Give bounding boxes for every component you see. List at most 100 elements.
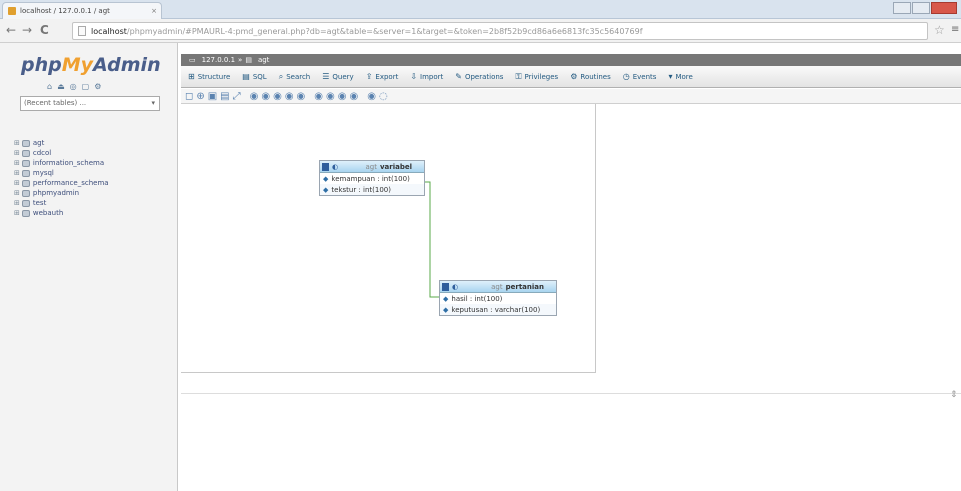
tab-events[interactable]: ◷ Events [623, 72, 657, 81]
designer-tool-icon[interactable]: ◻ [185, 91, 193, 102]
breadcrumb-database[interactable]: agt [258, 56, 269, 64]
column-row[interactable]: ◆ tekstur : int(100) [320, 184, 424, 195]
collapse-icon[interactable]: ◐ [452, 283, 458, 291]
select-table-checkbox[interactable] [442, 282, 449, 291]
column-row[interactable]: ◆ kemampuan : int(100) [320, 173, 424, 184]
designer-tool-icon[interactable]: ◉ [273, 91, 282, 102]
expand-icon[interactable]: ⊞ [14, 199, 20, 207]
docs-icon[interactable]: ▢ [82, 82, 90, 91]
address-bar[interactable]: localhost /phpmyadmin/#PMAURL-4:pmd_gene… [72, 22, 928, 40]
reload-button[interactable]: C [40, 23, 49, 37]
designer-tool-icon[interactable]: ⤢ [233, 91, 241, 102]
search-icon: ⌕ [278, 71, 284, 81]
tab-more[interactable]: ▾ More [668, 72, 692, 81]
tab-export[interactable]: ⇪ Export [366, 72, 399, 81]
logo-my: My [61, 54, 94, 76]
relation-line [425, 181, 439, 298]
designer-tool-icon[interactable]: ◉ [297, 91, 306, 102]
table-schema: agt [491, 282, 503, 291]
help-icon[interactable]: ◎ [70, 82, 77, 91]
designer-tool-icon[interactable]: ◉ [285, 91, 294, 102]
table-header[interactable]: ◐ agt variabel [320, 161, 424, 173]
browser-menu-icon[interactable]: ≡ [951, 24, 959, 35]
minimize-button[interactable] [893, 2, 911, 14]
home-icon[interactable]: ⌂ [47, 82, 52, 91]
recent-tables-select[interactable]: (Recent tables) ... ▾ [20, 96, 160, 111]
forward-button[interactable]: → [22, 23, 32, 37]
exit-icon[interactable]: ⏏ [57, 82, 65, 91]
designer-tool-icon[interactable]: ◉ [349, 91, 358, 102]
tab-sql[interactable]: ▤ SQL [242, 72, 266, 81]
collapse-icon[interactable]: ◐ [332, 163, 338, 171]
tab-operations[interactable]: ✎ Operations [455, 72, 503, 81]
database-label: agt [32, 139, 45, 147]
expand-icon[interactable]: ⊞ [14, 139, 20, 147]
database-item[interactable]: ⊞ cdcol [14, 148, 109, 158]
maximize-button[interactable] [912, 2, 930, 14]
tab-routines[interactable]: ⚙ Routines [570, 72, 611, 81]
url-host: localhost [91, 26, 127, 36]
database-icon [21, 139, 30, 147]
designer-tool-icon[interactable]: ◉ [261, 91, 270, 102]
tab-query[interactable]: ☰ Query [322, 72, 353, 81]
designer-canvas[interactable]: ◐ agt variabel ◆ kemampuan : int(100) ◆ tekstu… [181, 104, 596, 373]
designer-tool-icon[interactable]: ◉ [338, 91, 347, 102]
close-window-button[interactable] [931, 2, 957, 14]
expand-icon[interactable]: ⊞ [14, 179, 20, 187]
tab-privileges[interactable]: ⚿ Privileges [515, 72, 558, 82]
table-name: pertanian [505, 282, 544, 291]
database-item[interactable]: ⊞ phpmyadmin [14, 188, 109, 198]
database-label: cdcol [32, 149, 52, 157]
settings-icon[interactable]: ⚙ [94, 82, 101, 91]
back-button[interactable]: ← [6, 23, 16, 37]
select-table-checkbox[interactable] [322, 162, 329, 171]
table-name: variabel [379, 162, 412, 171]
browser-tab[interactable]: localhost / 127.0.0.1 / agt × [2, 2, 162, 19]
database-item[interactable]: ⊞ agt [14, 138, 109, 148]
expand-icon[interactable]: ⊞ [14, 189, 20, 197]
tab-structure[interactable]: ⊞ Structure [188, 72, 230, 81]
database-item[interactable]: ⊞ information_schema [14, 158, 109, 168]
tab-label: Export [375, 72, 399, 81]
designer-tool-icon[interactable]: ▤ [220, 91, 229, 102]
designer-toolbar: ◻ ⊕ ▣ ▤ ⤢ ◉ ◉ ◉ ◉ ◉ ◉ ◉ ◉ ◉ ◉ ◌ [181, 89, 961, 104]
tab-close-icon[interactable]: × [151, 7, 157, 15]
designer-tool-icon[interactable]: ◉ [367, 91, 376, 102]
tab-label: Events [632, 72, 657, 81]
database-label: webauth [32, 209, 64, 217]
database-item[interactable]: ⊞ performance_schema [14, 178, 109, 188]
column-row[interactable]: ◆ keputusan : varchar(100) [440, 304, 556, 315]
designer-tool-icon[interactable]: ▣ [208, 91, 217, 102]
designer-tool-icon[interactable]: ◉ [314, 91, 323, 102]
tab-search[interactable]: ⌕ Search [279, 72, 311, 82]
designer-tool-icon[interactable]: ◌ [379, 91, 388, 102]
table-header[interactable]: ◐ agt pertanian [440, 281, 556, 293]
designer-table-variabel[interactable]: ◐ agt variabel ◆ kemampuan : int(100) ◆ tekstu… [319, 160, 425, 196]
column-type: int(100) [381, 174, 410, 183]
database-item[interactable]: ⊞ mysql [14, 168, 109, 178]
tab-label: SQL [252, 72, 267, 81]
scroll-handle-icon[interactable]: ⇕ [950, 390, 958, 400]
designer-tool-icon[interactable]: ◉ [250, 91, 259, 102]
expand-icon[interactable]: ⊞ [14, 159, 20, 167]
database-top-menu: ⊞ Structure ▤ SQL ⌕ Search ☰ Query ⇪ Export ⇩ Impor… [181, 66, 961, 88]
breadcrumb-server[interactable]: 127.0.0.1 [202, 56, 235, 64]
database-tree: ⊞ agt ⊞ cdcol ⊞ information_schema ⊞ mysql ⊞ perf… [14, 138, 109, 218]
page-icon [78, 26, 86, 36]
database-label: information_schema [32, 159, 105, 167]
column-row[interactable]: ◆ hasil : int(100) [440, 293, 556, 304]
expand-icon[interactable]: ⊞ [14, 149, 20, 157]
bookmark-star-icon[interactable]: ☆ [934, 23, 945, 37]
expand-icon[interactable]: ⊞ [14, 209, 20, 217]
tab-import[interactable]: ⇩ Import [410, 72, 443, 81]
database-icon [21, 189, 30, 197]
phpmyadmin-logo[interactable]: phpMyAdmin [21, 54, 161, 76]
designer-table-pertanian[interactable]: ◐ agt pertanian ◆ hasil : int(100) ◆ keputusan… [439, 280, 557, 316]
events-icon: ◷ [622, 72, 630, 81]
tab-title: localhost / 127.0.0.1 / agt [20, 7, 110, 15]
database-item[interactable]: ⊞ test [14, 198, 109, 208]
expand-icon[interactable]: ⊞ [14, 169, 20, 177]
database-item[interactable]: ⊞ webauth [14, 208, 109, 218]
designer-tool-icon[interactable]: ◉ [326, 91, 335, 102]
designer-tool-icon[interactable]: ⊕ [196, 91, 204, 102]
